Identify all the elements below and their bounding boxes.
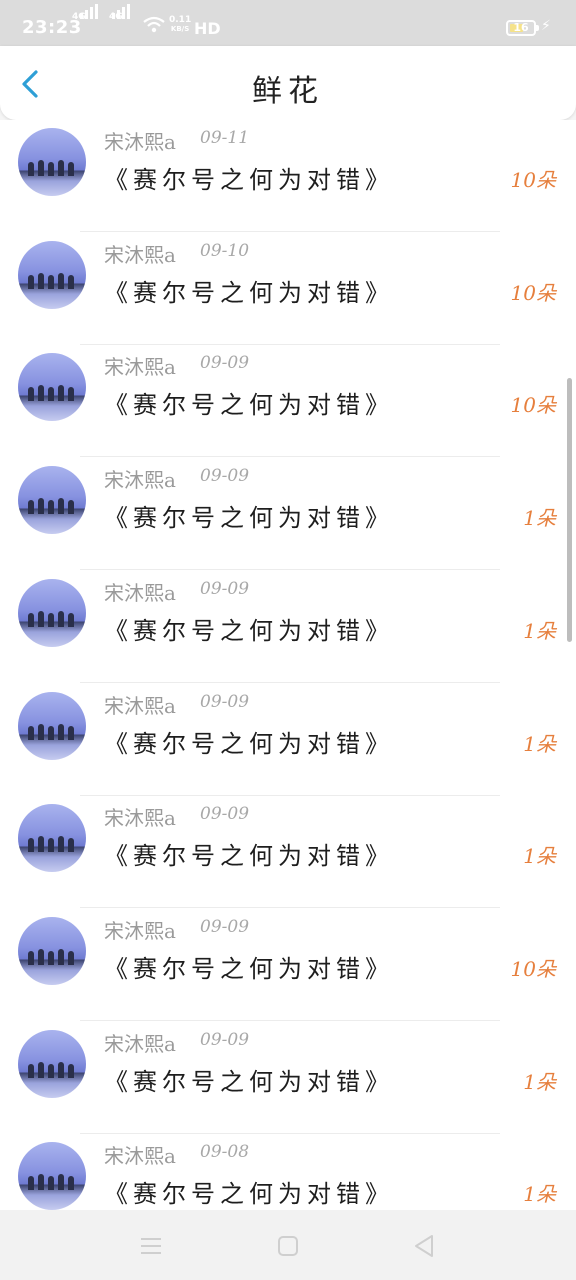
sender-name: 宋沐熙a — [104, 355, 176, 380]
sender-name: 宋沐熙a — [104, 806, 176, 831]
avatar[interactable] — [18, 916, 86, 985]
avatar[interactable] — [18, 1029, 86, 1098]
avatar[interactable] — [18, 353, 86, 422]
gift-date: 09-10 — [200, 240, 250, 261]
hd-label: HD — [194, 19, 221, 38]
avatar[interactable] — [18, 691, 86, 760]
avatar[interactable] — [18, 578, 86, 647]
work-title: 《赛尔号之何为对错》 — [104, 391, 394, 420]
network-speed: 0.11 KB/S — [169, 16, 191, 34]
work-title: 《赛尔号之何为对错》 — [104, 842, 394, 871]
avatar[interactable] — [18, 240, 86, 309]
flower-count: 1朵 — [523, 1069, 556, 1094]
sender-name: 宋沐熙a — [104, 918, 176, 943]
wifi-icon — [143, 16, 165, 33]
list-item[interactable]: 宋沐熙a 09-09 《赛尔号之何为对错》 10朵 — [0, 345, 576, 458]
sender-name: 宋沐熙a — [104, 693, 176, 718]
list-item[interactable]: 宋沐熙a 09-09 《赛尔号之何为对错》 1朵 — [0, 684, 576, 796]
gift-date: 09-09 — [200, 353, 250, 374]
gift-date: 09-09 — [200, 804, 250, 825]
work-title: 《赛尔号之何为对错》 — [104, 729, 394, 758]
list-item[interactable]: 宋沐熙a 09-11 《赛尔号之何为对错》 10朵 — [0, 120, 576, 232]
work-title: 《赛尔号之何为对错》 — [104, 616, 394, 645]
list-item[interactable]: 宋沐熙a 09-09 《赛尔号之何为对错》 1朵 — [0, 796, 576, 909]
gift-date: 09-09 — [200, 1029, 250, 1050]
battery-cap — [536, 25, 539, 31]
flower-count: 1朵 — [523, 731, 556, 756]
gift-date: 09-09 — [200, 916, 250, 937]
flower-count: 1朵 — [523, 1182, 556, 1207]
gift-date: 09-09 — [200, 466, 250, 487]
flower-count: 1朵 — [523, 844, 556, 869]
battery-level: 16 — [513, 21, 529, 34]
sender-name: 宋沐熙a — [104, 1144, 176, 1169]
speed-value: 0.11 — [169, 15, 192, 25]
page-title: 鲜花 — [252, 74, 324, 109]
speed-unit: KB/S — [170, 25, 190, 33]
work-title: 《赛尔号之何为对错》 — [104, 278, 394, 307]
list-item[interactable]: 宋沐熙a 09-09 《赛尔号之何为对错》 1朵 — [0, 571, 576, 683]
work-title: 《赛尔号之何为对错》 — [104, 954, 394, 983]
work-title: 《赛尔号之何为对错》 — [104, 1180, 394, 1209]
list-item[interactable]: 宋沐熙a 09-08 《赛尔号之何为对错》 1朵 — [0, 1134, 576, 1210]
flower-count: 10朵 — [510, 956, 556, 981]
system-nav-bar — [0, 1210, 576, 1280]
network-type-label: 4G — [72, 12, 86, 22]
avatar[interactable] — [18, 1142, 86, 1210]
gift-date: 09-11 — [200, 128, 250, 148]
list-item[interactable]: 宋沐熙a 09-10 《赛尔号之何为对错》 10朵 — [0, 233, 576, 345]
menu-icon[interactable] — [137, 1232, 165, 1260]
gift-date: 09-08 — [200, 1142, 250, 1163]
sender-name: 宋沐熙a — [104, 130, 176, 154]
sender-name: 宋沐熙a — [104, 468, 176, 493]
avatar[interactable] — [18, 466, 86, 535]
home-icon[interactable] — [274, 1232, 302, 1260]
back-icon[interactable] — [410, 1232, 438, 1260]
gift-date: 09-09 — [200, 691, 250, 712]
battery-icon: 16 — [506, 20, 536, 36]
charging-icon: ⚡ — [541, 18, 551, 34]
list-item[interactable]: 宋沐熙a 09-09 《赛尔号之何为对错》 10朵 — [0, 909, 576, 1021]
flower-count: 10朵 — [510, 393, 556, 418]
sender-name: 宋沐熙a — [104, 580, 176, 605]
work-title: 《赛尔号之何为对错》 — [104, 504, 394, 533]
work-title: 《赛尔号之何为对错》 — [104, 1067, 394, 1096]
sender-name: 宋沐熙a — [104, 1031, 176, 1056]
avatar[interactable] — [18, 128, 86, 196]
flower-count: 10朵 — [510, 280, 556, 305]
flower-list[interactable]: 宋沐熙a 09-11 《赛尔号之何为对错》 10朵 宋沐熙a 09-10 《赛尔号之何为对错… — [0, 120, 576, 1210]
gift-date: 09-09 — [200, 578, 250, 599]
avatar[interactable] — [18, 804, 86, 873]
flower-count: 1朵 — [523, 618, 556, 643]
scrollbar[interactable] — [567, 378, 572, 642]
flower-count: 10朵 — [510, 168, 556, 192]
list-item[interactable]: 宋沐熙a 09-09 《赛尔号之何为对错》 1朵 — [0, 1022, 576, 1134]
header: 鲜花 — [0, 46, 576, 120]
list-item[interactable]: 宋沐熙a 09-09 《赛尔号之何为对错》 1朵 — [0, 458, 576, 571]
sender-name: 宋沐熙a — [104, 242, 176, 267]
flower-count: 1朵 — [523, 506, 556, 531]
work-title: 《赛尔号之何为对错》 — [104, 166, 394, 194]
status-bar: 23:23 4G 4G 0.11 KB/S HD 16 ⚡ — [0, 0, 576, 46]
